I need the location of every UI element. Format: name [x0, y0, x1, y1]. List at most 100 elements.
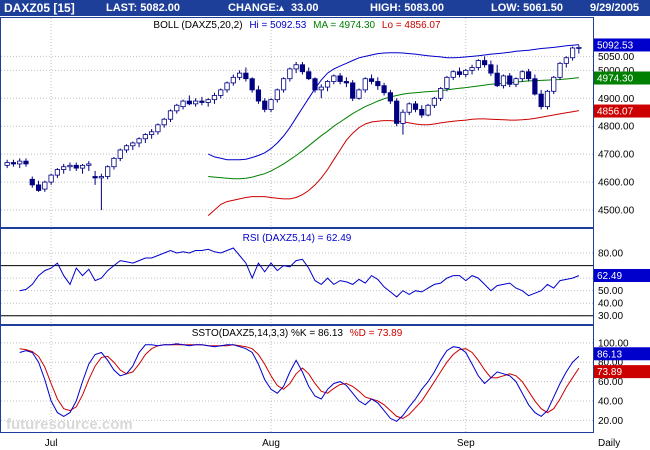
candle-body: [482, 60, 488, 66]
candle-body: [362, 78, 368, 91]
candle-body: [67, 164, 73, 168]
candle-body: [193, 100, 199, 105]
candle-body: [513, 78, 519, 85]
quote-header: DAXZ05 [15] LAST: 5082.00 CHANGE: ▲ 33.0…: [0, 0, 650, 16]
candle-body: [4, 162, 10, 166]
candle-body: [350, 82, 356, 99]
stoch-panel-title: SSTO(DAXZ5,14,3,3) %K = 86.13 %D = 73.89: [192, 328, 403, 339]
candle-body: [324, 81, 331, 88]
candle-body: [98, 176, 104, 179]
boll-label: BOLL (DAXZ5,20,2): [153, 20, 242, 31]
change-label: CHANGE:: [228, 2, 280, 14]
candle-body: [249, 78, 255, 91]
badge-lower-band: 4856.07: [597, 107, 634, 118]
candle-body: [444, 76, 450, 89]
badge-stoch-d: 73.89: [597, 367, 622, 378]
symbol-label: DAXZ05 [15]: [4, 1, 75, 15]
candle-body: [10, 162, 17, 165]
x-tick-label: Sep: [457, 438, 475, 449]
candle-body: [544, 90, 551, 108]
candle-body: [375, 81, 381, 87]
candle-body: [576, 47, 582, 49]
y-tick-label: 80.00: [598, 249, 623, 260]
x-tick-label: Aug: [262, 438, 280, 449]
boll-upper-label: Hi = 5092.53: [249, 20, 306, 31]
boll-middle-label: MA = 4974.30: [313, 20, 375, 31]
y-tick-label: 4700.00: [598, 150, 635, 161]
candle-body: [557, 62, 563, 78]
candle-body: [262, 100, 268, 110]
candle-body: [29, 178, 35, 186]
candle-body: [469, 67, 475, 71]
candle-body: [23, 160, 29, 165]
y-tick-label: 5050.00: [598, 52, 635, 63]
candle-body: [456, 71, 463, 75]
candle-body: [274, 89, 280, 101]
high-price: HIGH: 5083.00: [370, 2, 444, 14]
candle-body: [532, 78, 538, 95]
candle-body: [92, 176, 98, 179]
x-label-period: Daily: [598, 438, 620, 449]
candle-body: [287, 68, 293, 80]
candle-body: [42, 181, 48, 190]
candle-body: [61, 166, 67, 170]
y-tick-label: 50.00: [598, 286, 623, 297]
badge-rsi: 62.49: [597, 271, 622, 282]
candle-body: [450, 71, 456, 78]
candle-body: [356, 89, 362, 99]
candle-body: [180, 100, 186, 108]
candle-body: [318, 86, 324, 91]
candle-body: [211, 95, 218, 101]
candle-body: [519, 71, 525, 80]
candle-body: [475, 60, 481, 68]
quote-date: 9/29/2005: [590, 2, 639, 14]
candle-body: [488, 64, 494, 74]
candle-body: [54, 169, 61, 176]
candle-body: [268, 99, 274, 110]
y-tick-label: 20.00: [598, 416, 623, 427]
candle-body: [142, 134, 148, 140]
candle-body: [438, 88, 444, 99]
candle-body: [205, 99, 211, 103]
candle-body: [400, 111, 406, 124]
candle-body: [218, 89, 224, 96]
candle-body: [412, 103, 419, 110]
y-tick-label: 4500.00: [598, 206, 635, 217]
candle-body: [73, 164, 79, 169]
candle-body: [507, 75, 513, 85]
candle-body: [551, 76, 557, 92]
candle-body: [111, 157, 117, 168]
candle-body: [563, 57, 569, 64]
badge-middle-band: 4974.30: [597, 74, 634, 85]
y-tick-label: 30.00: [598, 311, 623, 322]
candle-body: [538, 93, 544, 108]
candle-body: [500, 75, 507, 87]
candle-body: [255, 89, 262, 102]
candle-body: [123, 145, 130, 151]
candle-body: [174, 104, 180, 112]
badge-stoch-k: 86.13: [597, 349, 622, 360]
candle-body: [17, 160, 23, 165]
candle-body: [381, 85, 387, 94]
change-value: 33.00: [291, 2, 319, 14]
candle-body: [243, 72, 249, 80]
candle-body: [117, 149, 123, 159]
candle-body: [569, 47, 576, 59]
candle-body: [368, 78, 375, 82]
rsi-panel-title: RSI (DAXZ5,14) = 62.49: [243, 233, 352, 244]
up-arrow-icon: ▲: [277, 3, 286, 13]
boll-lower-label: Lo = 4856.07: [382, 20, 441, 31]
candle-body: [86, 163, 92, 166]
y-tick-label: 4900.00: [598, 94, 635, 105]
candle-body: [130, 142, 136, 147]
candle-body: [306, 71, 312, 80]
candle-body: [312, 78, 318, 91]
candle-body: [431, 97, 437, 106]
candle-body: [425, 104, 431, 116]
candle-body: [167, 110, 174, 120]
y-tick-label: 4600.00: [598, 178, 635, 189]
candle-body: [337, 75, 343, 82]
price-panel-title: BOLL (DAXZ5,20,2) Hi = 5092.53 MA = 4974…: [153, 20, 441, 31]
x-tick-label: Jul: [45, 438, 58, 449]
candle-body: [280, 78, 287, 91]
